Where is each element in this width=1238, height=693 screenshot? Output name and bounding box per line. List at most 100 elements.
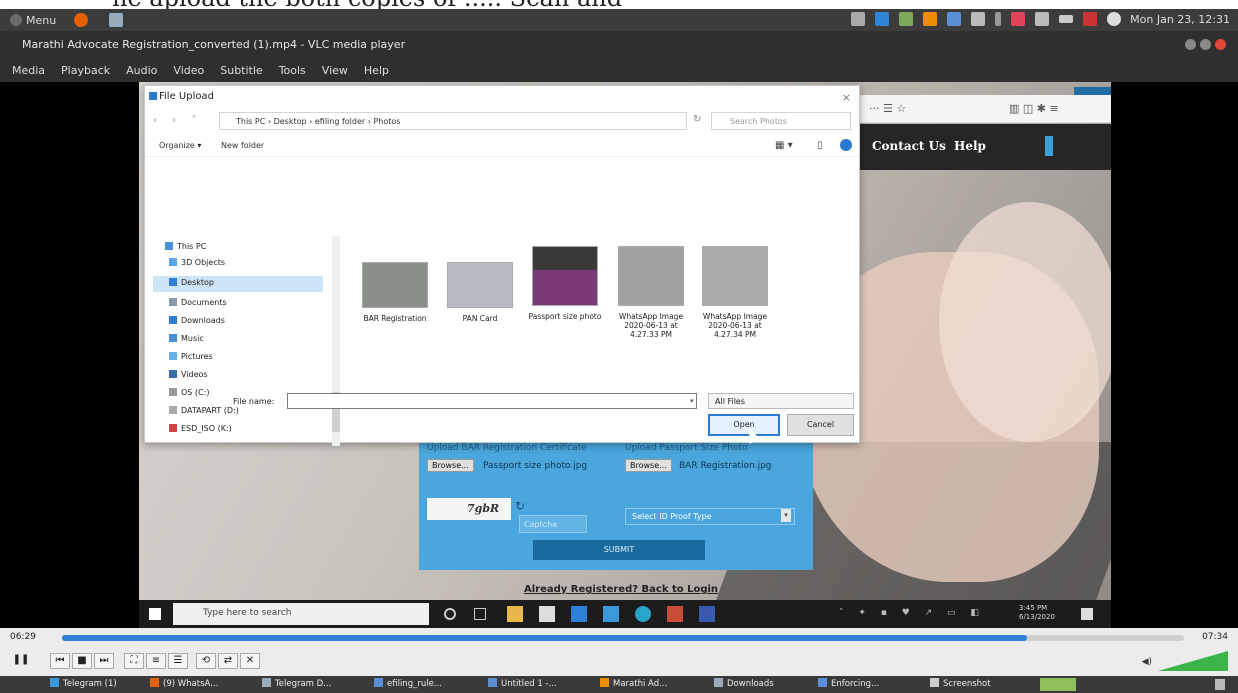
- file-type-select[interactable]: All Files: [708, 393, 854, 409]
- browser-toolbar-icons[interactable]: ··· ☰ ☆: [869, 102, 906, 115]
- playlist-button[interactable]: ☰: [168, 653, 188, 669]
- cancel-button[interactable]: Cancel: [787, 414, 854, 436]
- refresh-icon[interactable]: ↻: [693, 114, 701, 125]
- app-taskbar-icon[interactable]: [699, 606, 715, 622]
- minimize-icon[interactable]: [1185, 39, 1196, 50]
- vlc-tray-icon[interactable]: [923, 12, 938, 26]
- taskbar-clock[interactable]: 3:45 PM 6/13/2020: [1019, 604, 1055, 622]
- panel-item-telegram[interactable]: Telegram (1): [50, 678, 117, 689]
- loop-button[interactable]: ⟲: [196, 653, 216, 669]
- file-explorer-icon[interactable]: [507, 606, 523, 622]
- tray-icon-8[interactable]: [1011, 12, 1026, 26]
- menu-button[interactable]: Menu: [10, 13, 128, 27]
- nav-videos[interactable]: Videos: [169, 368, 208, 382]
- menu-subtitle[interactable]: Subtitle: [220, 64, 262, 77]
- menu-view[interactable]: View: [322, 64, 348, 77]
- menu-tools[interactable]: Tools: [279, 64, 306, 77]
- menu-help[interactable]: Help: [364, 64, 389, 77]
- nav-arrows-icon[interactable]: ‹ › ˄: [153, 115, 202, 126]
- volume-icon[interactable]: ◀): [1142, 657, 1152, 667]
- random-button[interactable]: ⇄: [218, 653, 238, 669]
- panel-item-efiling[interactable]: efiling_rule...: [374, 678, 442, 689]
- wifi-icon[interactable]: [1035, 12, 1050, 26]
- power-icon[interactable]: [1107, 12, 1122, 26]
- back-to-login-link[interactable]: Already Registered? Back to Login: [524, 584, 718, 595]
- nav-help[interactable]: Help: [954, 139, 986, 153]
- nav-pictures[interactable]: Pictures: [169, 350, 213, 364]
- captcha-input[interactable]: Captcha: [519, 515, 587, 533]
- file-item[interactable]: WhatsApp Image 2020-06-13 at 4.27.34 PM: [697, 246, 773, 339]
- file-item[interactable]: BAR Registration: [357, 254, 433, 323]
- battery-icon[interactable]: [1059, 15, 1074, 23]
- address-bar[interactable]: This PC › Desktop › efiling folder › Pho…: [219, 112, 687, 130]
- nav-music[interactable]: Music: [169, 332, 204, 346]
- browse-button-1[interactable]: Browse...: [427, 459, 474, 472]
- nav-desktop[interactable]: Desktop: [169, 276, 214, 290]
- menu-media[interactable]: Media: [12, 64, 45, 77]
- nav-contact-us[interactable]: Contact Us: [872, 139, 946, 153]
- id-proof-select[interactable]: Select ID Proof Type: [625, 508, 795, 525]
- preview-pane-icon[interactable]: ▯: [817, 140, 823, 151]
- file-item[interactable]: Passport size photo: [527, 246, 603, 321]
- panel-item-telegram-desktop[interactable]: Telegram D...: [262, 678, 331, 689]
- menu-playback[interactable]: Playback: [61, 64, 110, 77]
- notification-icon[interactable]: [1081, 608, 1093, 620]
- nav-documents[interactable]: Documents: [169, 296, 227, 310]
- view-options-icon[interactable]: ▦ ▾: [775, 140, 793, 151]
- menu-video[interactable]: Video: [173, 64, 204, 77]
- file-name-input[interactable]: [287, 393, 697, 409]
- task-view-icon[interactable]: [474, 608, 486, 620]
- trash-icon[interactable]: [1215, 679, 1225, 690]
- maximize-icon[interactable]: [1200, 39, 1211, 50]
- store-icon[interactable]: [539, 606, 555, 622]
- telegram-icon[interactable]: [603, 606, 619, 622]
- firefox-taskbar-icon[interactable]: [667, 606, 683, 622]
- nav-esd-iso-k[interactable]: ESD_ISO (K:): [169, 422, 232, 436]
- fullscreen-button[interactable]: ⛶: [124, 653, 144, 669]
- pause-button[interactable]: ❚❚: [10, 653, 32, 669]
- volume-icon[interactable]: [1083, 12, 1098, 26]
- help-icon[interactable]: [840, 139, 852, 151]
- mail-icon[interactable]: [571, 606, 587, 622]
- search-input[interactable]: Search Photos: [711, 112, 851, 130]
- browser-extension-icons[interactable]: ▥ ◫ ✱ ≡: [1009, 102, 1059, 115]
- shuffle-button[interactable]: ✕: [240, 653, 260, 669]
- panel-item-untitled[interactable]: Untitled 1 -...: [488, 678, 557, 689]
- dialog-close-icon[interactable]: ×: [842, 91, 851, 104]
- stop-button[interactable]: ■: [72, 653, 92, 669]
- volume-slider[interactable]: [1158, 651, 1228, 671]
- taskbar-search-input[interactable]: Type here to search: [173, 603, 429, 625]
- extended-settings-button[interactable]: ≡: [146, 653, 166, 669]
- panel-item-enforcing[interactable]: Enforcing...: [818, 678, 879, 689]
- refresh-captcha-icon[interactable]: ↻: [515, 499, 525, 513]
- panel-item-whatsapp[interactable]: (9) WhatsA...: [150, 678, 218, 689]
- windows-start-icon[interactable]: [149, 608, 161, 620]
- nav-datapart-d[interactable]: DATAPART (D:): [169, 404, 239, 418]
- firefox-icon[interactable]: [74, 13, 89, 27]
- workspace-switcher[interactable]: [1040, 678, 1076, 691]
- panel-item-downloads[interactable]: Downloads: [714, 678, 774, 689]
- organize-button[interactable]: Organize ▾: [159, 141, 201, 150]
- browse-button-2[interactable]: Browse...: [625, 459, 672, 472]
- nav-3d-objects[interactable]: 3D Objects: [169, 256, 225, 270]
- nav-this-pc[interactable]: This PC: [165, 240, 206, 254]
- tray-icon-1[interactable]: [851, 12, 866, 26]
- panel-item-screenshot[interactable]: Screenshot: [930, 678, 991, 689]
- nav-os-c[interactable]: OS (C:): [169, 386, 209, 400]
- edge-icon[interactable]: [635, 606, 651, 622]
- next-button[interactable]: ⏭: [94, 653, 114, 669]
- files-icon[interactable]: [109, 13, 124, 27]
- tray-icon-6[interactable]: [971, 12, 986, 26]
- close-icon[interactable]: [1215, 39, 1226, 50]
- submit-button[interactable]: SUBMIT: [533, 540, 705, 560]
- tray-icon-5[interactable]: [947, 12, 962, 26]
- cortana-icon[interactable]: [444, 608, 456, 620]
- new-folder-button[interactable]: New folder: [221, 141, 264, 150]
- menu-audio[interactable]: Audio: [126, 64, 157, 77]
- file-name-dropdown-icon[interactable]: ▾: [690, 397, 694, 405]
- system-tray-icons[interactable]: ˄ ✦ ▪ ♥ ↗ ▭ ◧: [839, 608, 985, 618]
- file-item[interactable]: WhatsApp Image 2020-06-13 at 4.27.33 PM: [613, 246, 689, 339]
- file-item[interactable]: PAN Card: [442, 254, 518, 323]
- tray-icon-3[interactable]: [899, 12, 914, 26]
- tray-icon-7[interactable]: [995, 12, 1002, 26]
